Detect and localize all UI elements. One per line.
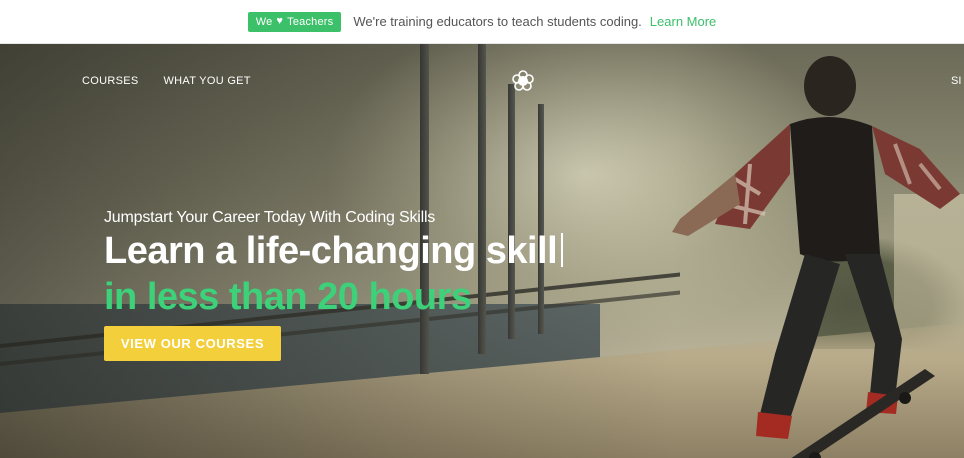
nav-sign-in[interactable]: SI — [951, 75, 961, 87]
announcement-text: We're training educators to teach studen… — [353, 14, 642, 29]
hero-tagline: Jumpstart Your Career Today With Coding … — [104, 209, 436, 226]
teachers-badge[interactable]: We ♥ Teachers — [247, 11, 342, 32]
hero-headline-text: Learn a life-changing skill — [104, 230, 558, 272]
badge-prefix: We — [255, 15, 273, 28]
heart-icon: ♥ — [276, 15, 284, 27]
badge-suffix: Teachers — [287, 15, 334, 28]
hero-headline-line2: in less than 20 hours — [104, 276, 472, 318]
hero-section: COURSES WHAT YOU GET SI Jumpstart Your C… — [0, 44, 964, 458]
main-nav: COURSES WHAT YOU GET — [82, 75, 251, 87]
skateboarder-image — [672, 56, 960, 458]
announcement-bar: We ♥ Teachers We're training educators t… — [0, 0, 964, 44]
learn-more-link[interactable]: Learn More — [650, 14, 716, 29]
view-courses-button[interactable]: VIEW OUR COURSES — [104, 326, 281, 361]
nav-courses[interactable]: COURSES — [82, 75, 139, 87]
flower-logo-icon[interactable] — [512, 70, 534, 92]
typing-cursor — [561, 233, 564, 267]
nav-what-you-get[interactable]: WHAT YOU GET — [164, 75, 251, 87]
hero-headline-line1: Learn a life-changing skill — [104, 230, 564, 273]
